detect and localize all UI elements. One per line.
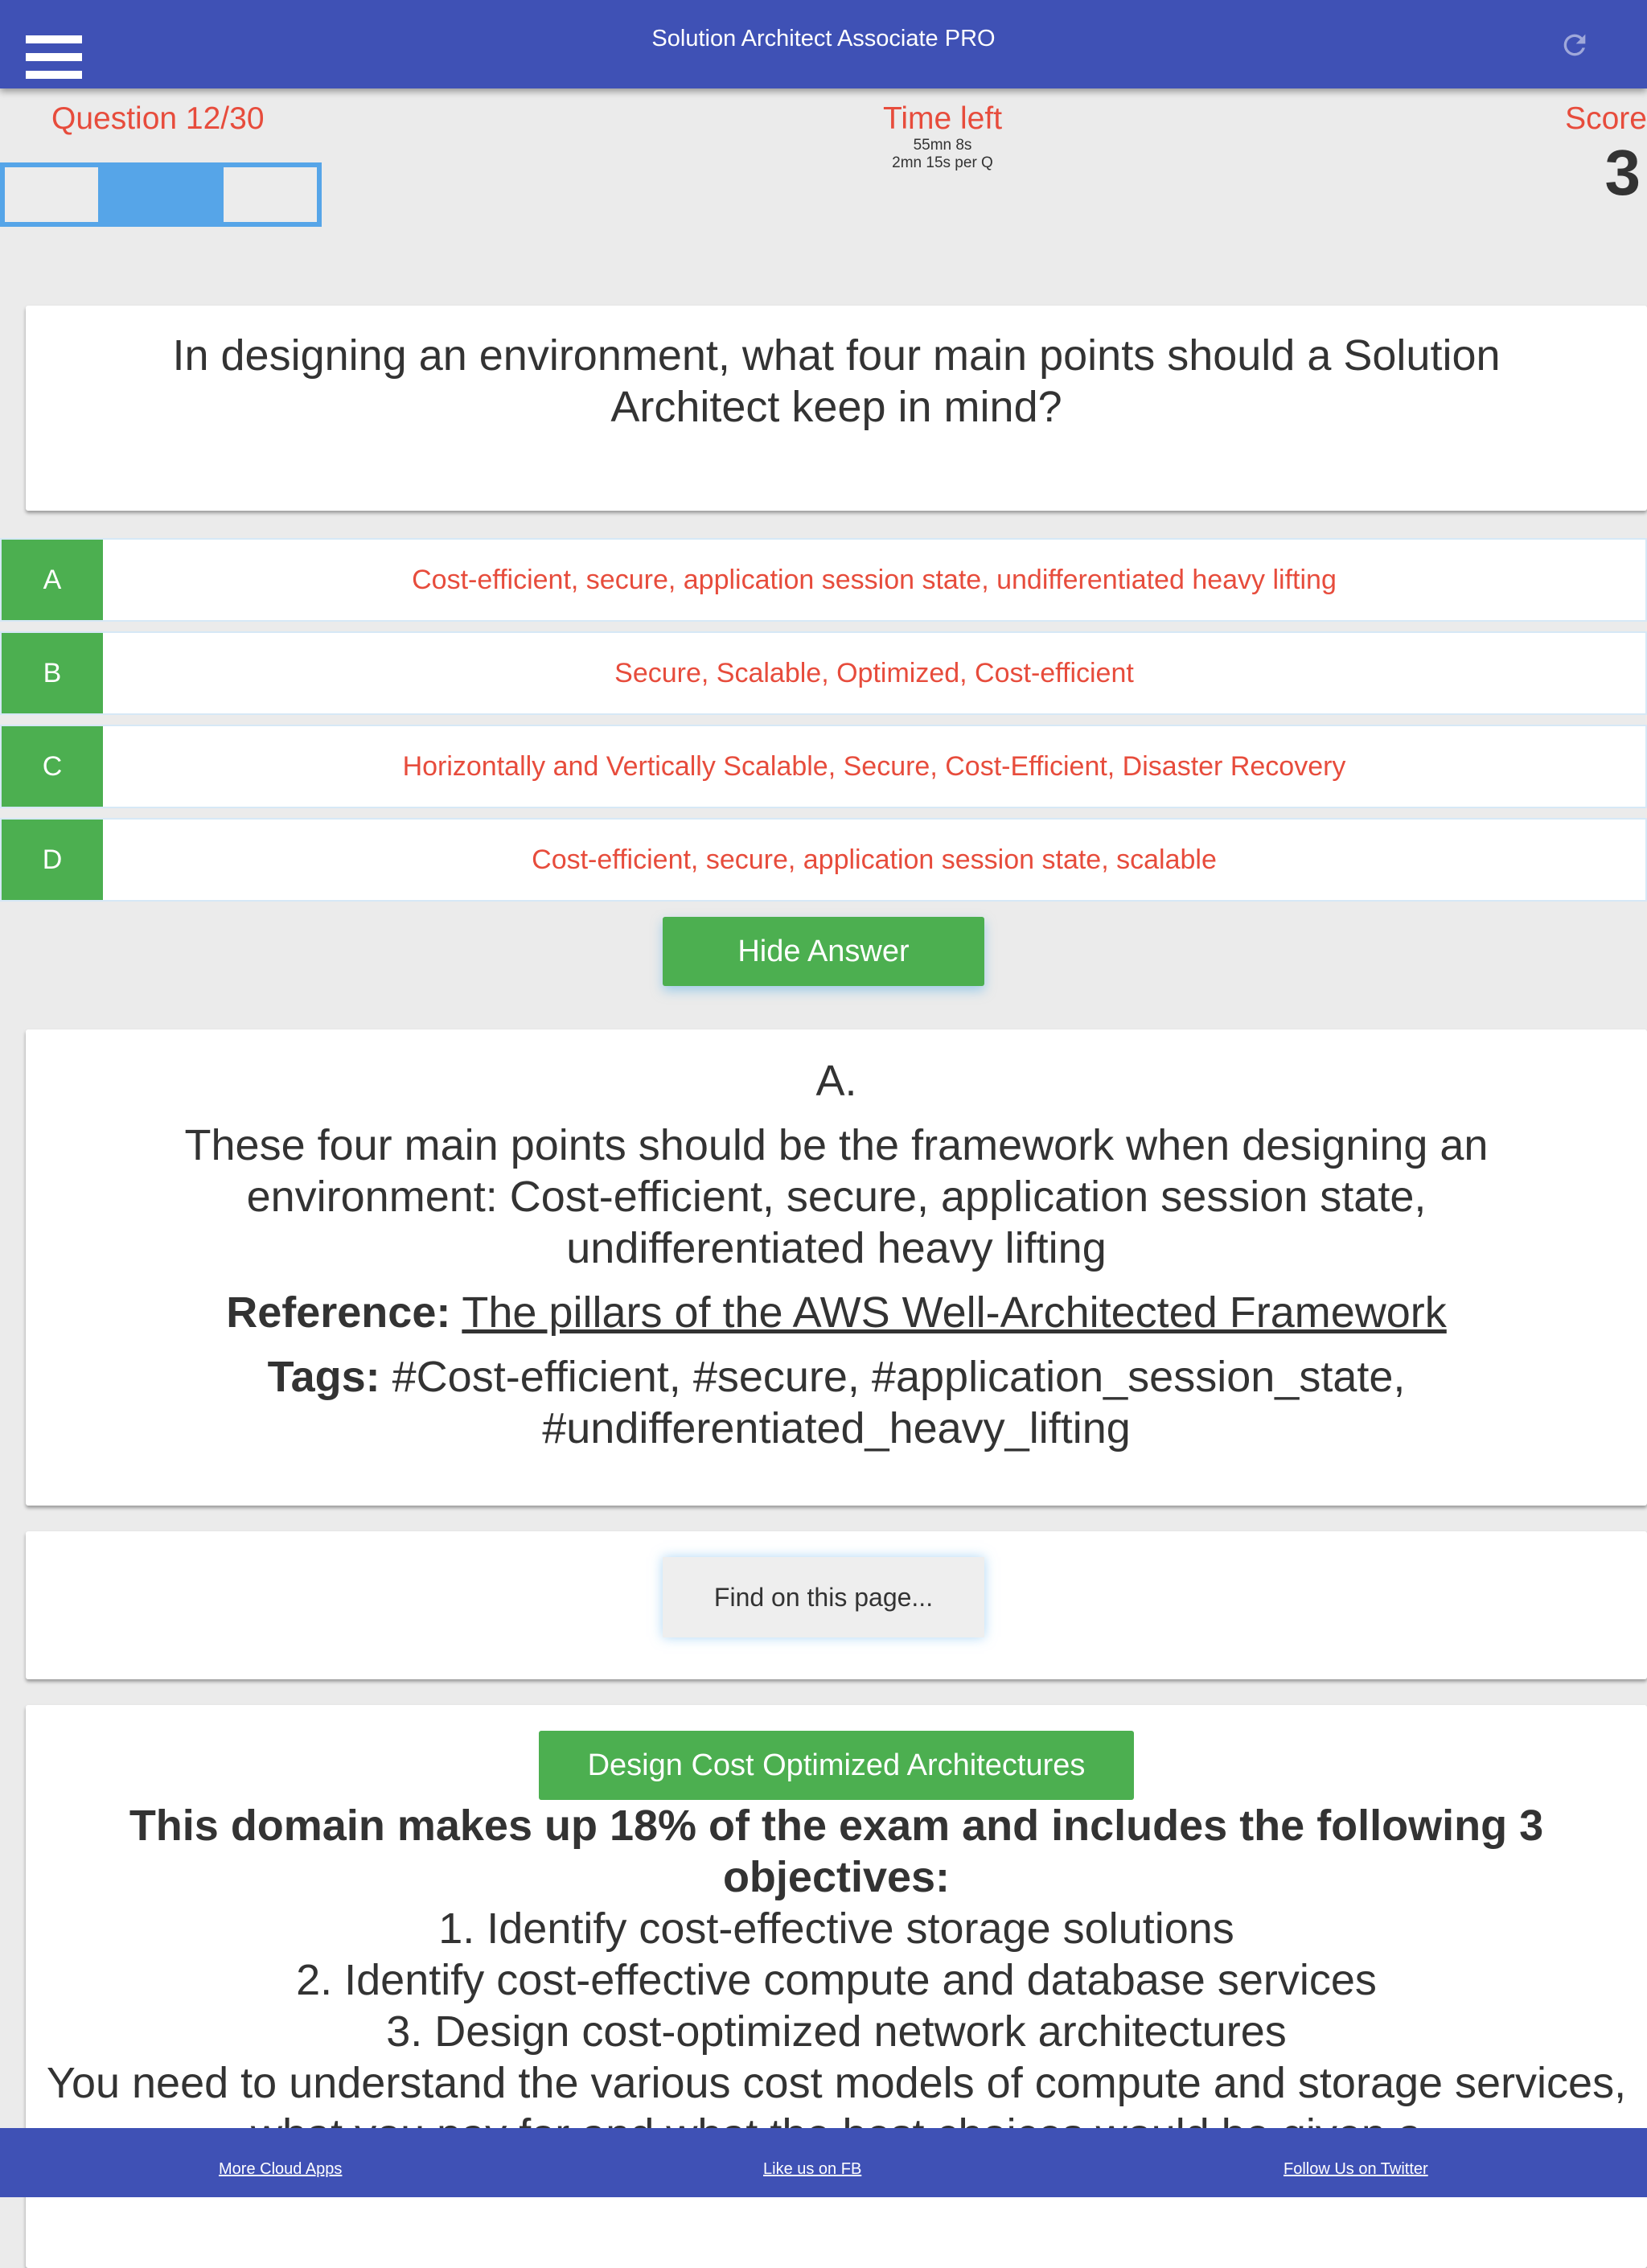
score: Score 3	[1550, 101, 1647, 209]
objective-item: 1. Identify cost-effective storage solut…	[438, 1904, 1234, 1953]
app-title: Solution Architect Associate PRO	[651, 26, 996, 51]
answer-explanation: These four main points should be the fra…	[184, 1121, 1489, 1272]
option-b[interactable]: B Secure, Scalable, Optimized, Cost-effi…	[0, 631, 1647, 715]
option-text: Cost-efficient, secure, application sess…	[412, 564, 1337, 595]
option-letter: C	[2, 726, 103, 807]
reference: Reference: The pillars of the AWS Well-A…	[26, 1287, 1647, 1338]
option-letter: A	[2, 540, 103, 620]
option-letter: D	[2, 820, 103, 900]
option-c[interactable]: C Horizontally and Vertically Scalable, …	[0, 725, 1647, 808]
hide-answer-button[interactable]: Hide Answer	[663, 917, 984, 986]
time-per-question: 2mn 15s per Q	[892, 154, 993, 171]
score-label: Score	[1565, 101, 1647, 136]
previous-question-button[interactable]	[5, 167, 98, 222]
answer-letter: A.	[815, 1057, 857, 1105]
objective-item: 2. Identify cost-effective compute and d…	[296, 1956, 1377, 2004]
quiz-status-row: Question 12/30 Time left 55mn 8s 2mn 15s…	[0, 88, 1647, 241]
footer: More Cloud Apps Like us on FB Follow Us …	[0, 2128, 1647, 2197]
find-on-page-button[interactable]: Find on this page...	[663, 1557, 984, 1637]
option-text: Cost-efficient, secure, application sess…	[532, 844, 1217, 875]
domain-heading: This domain makes up 18% of the exam and…	[129, 1802, 1544, 1901]
objective-item: 3. Design cost-optimized network archite…	[386, 2007, 1287, 2056]
time-remaining: 55mn 8s	[913, 137, 972, 154]
question-card: In designing an environment, what four m…	[26, 306, 1647, 511]
menu-bar	[26, 53, 82, 61]
answer-card: A. These four main points should be the …	[26, 1029, 1647, 1506]
option-text: Horizontally and Vertically Scalable, Se…	[402, 750, 1346, 782]
option-text: Secure, Scalable, Optimized, Cost-effici…	[614, 657, 1134, 688]
refresh-icon[interactable]	[1559, 29, 1591, 61]
next-question-button[interactable]	[224, 167, 317, 222]
timer: Time left 55mn 8s 2mn 15s per Q	[804, 101, 1081, 172]
tags-label: Tags:	[267, 1353, 380, 1401]
question-navigation	[0, 162, 322, 227]
menu-bar	[26, 71, 82, 79]
more-cloud-apps-link[interactable]: More Cloud Apps	[219, 2160, 342, 2179]
app-header: Solution Architect Associate PRO	[0, 0, 1647, 88]
tags-list: #Cost-efficient, #secure, #application_s…	[392, 1353, 1406, 1452]
reference-label: Reference:	[226, 1288, 451, 1337]
find-card: Find on this page...	[26, 1531, 1647, 1679]
option-letter: B	[2, 633, 103, 713]
facebook-link[interactable]: Like us on FB	[763, 2160, 861, 2179]
tags: Tags: #Cost-efficient, #secure, #applica…	[26, 1351, 1647, 1454]
option-a[interactable]: A Cost-efficient, secure, application se…	[0, 538, 1647, 622]
domain-button[interactable]: Design Cost Optimized Architectures	[539, 1731, 1134, 1800]
time-left-label: Time left	[882, 101, 1003, 136]
question-text: In designing an environment, what four m…	[172, 331, 1501, 431]
score-value: 3	[1604, 137, 1641, 208]
twitter-link[interactable]: Follow Us on Twitter	[1284, 2160, 1428, 2179]
current-question-button[interactable]	[98, 167, 224, 222]
option-d[interactable]: D Cost-efficient, secure, application se…	[0, 818, 1647, 902]
reference-link[interactable]: The pillars of the AWS Well-Architected …	[462, 1288, 1446, 1337]
question-counter: Question 12/30	[51, 101, 265, 136]
